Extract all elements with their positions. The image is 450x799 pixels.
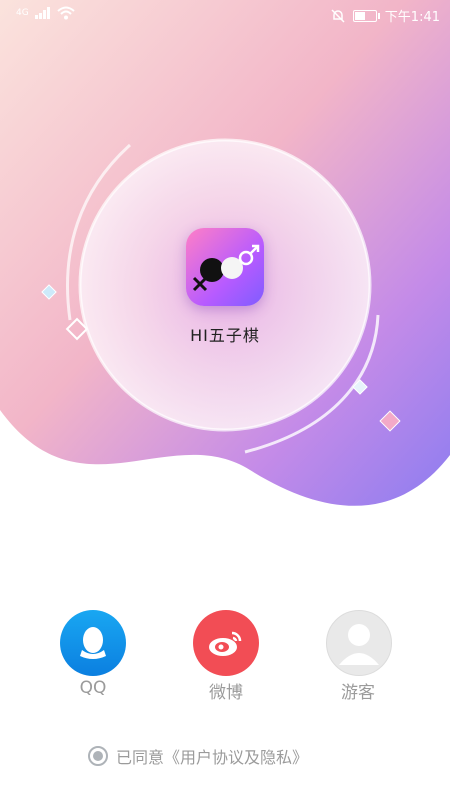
gomoku-pieces-icon xyxy=(192,244,260,292)
battery-icon xyxy=(352,9,380,22)
weibo-login-button[interactable] xyxy=(193,610,259,676)
qq-label[interactable]: QQ xyxy=(43,678,143,698)
guest-label[interactable]: 游客 xyxy=(308,678,408,703)
agreement-radio[interactable] xyxy=(88,746,108,766)
status-right: 下午1:41 xyxy=(331,6,440,25)
qq-login-button[interactable] xyxy=(60,610,126,676)
agreement-radio-dot xyxy=(93,751,103,761)
agreement-row[interactable]: 已同意《用户协议及隐私》 xyxy=(88,744,308,768)
status-bar: 4G 下午1:41 xyxy=(0,0,450,30)
clock: 下午1:41 xyxy=(384,10,440,25)
status-left: 4G xyxy=(16,6,75,20)
qq-penguin-icon xyxy=(80,627,106,659)
agreement-text[interactable]: 已同意《用户协议及隐私》 xyxy=(116,744,308,768)
app-logo xyxy=(186,228,264,306)
wifi-icon xyxy=(57,6,75,20)
network-type: 4G xyxy=(16,8,29,18)
weibo-label[interactable]: 微博 xyxy=(176,678,276,703)
user-avatar-icon xyxy=(339,624,379,665)
battery-level xyxy=(354,11,365,20)
mute-bell-icon xyxy=(331,8,345,23)
guest-login-button[interactable] xyxy=(326,610,392,676)
weibo-icon xyxy=(209,631,242,656)
app-name: HI五子棋 xyxy=(190,326,260,345)
signal-icon xyxy=(34,7,50,19)
